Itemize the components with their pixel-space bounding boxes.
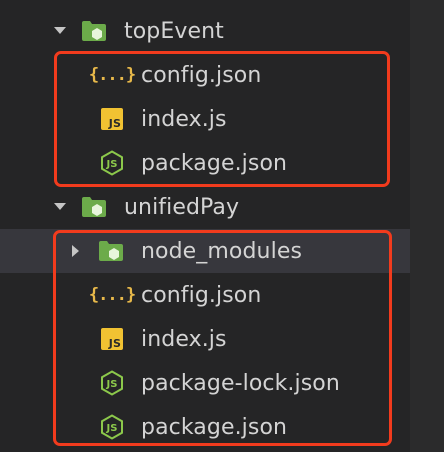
chevron-down-icon[interactable]	[52, 23, 68, 39]
highlight-box-unifiedPay-files	[53, 230, 392, 446]
folder-label: unifiedPay	[124, 194, 240, 220]
folder-label: topEvent	[124, 18, 224, 44]
node-folder-icon	[80, 193, 108, 221]
folder-row-topEvent[interactable]: topEvent	[0, 9, 410, 53]
highlight-box-topEvent-files	[54, 51, 390, 187]
folder-row-unifiedPay[interactable]: unifiedPay	[0, 185, 410, 229]
scrollbar-track[interactable]	[410, 0, 444, 452]
file-explorer-tree: topEvent {...} config.json JS index.js J…	[0, 0, 444, 452]
node-folder-icon	[80, 17, 108, 45]
chevron-down-icon[interactable]	[52, 199, 68, 215]
